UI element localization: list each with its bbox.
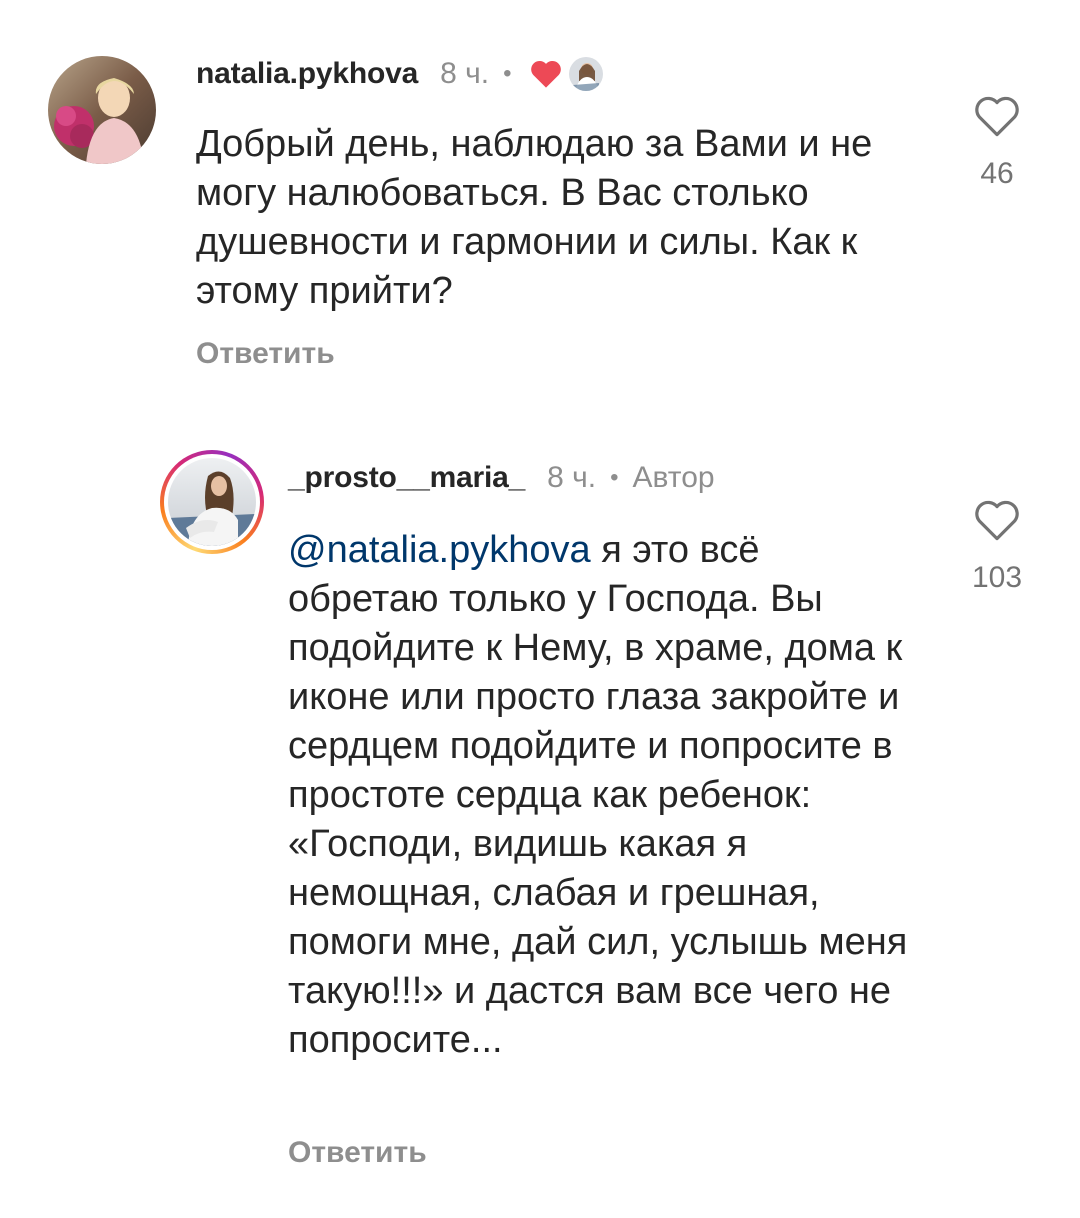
story-ring[interactable] [160,450,264,554]
comment-username[interactable]: natalia.pykhova [196,57,418,91]
avatar[interactable] [48,56,156,164]
reply-button[interactable]: Ответить [196,337,335,371]
heart-filled-icon [529,59,563,89]
avatar [168,458,256,546]
meta-separator: • [503,60,512,87]
reply-button[interactable]: Ответить [288,1136,427,1170]
author-avatar [569,57,604,91]
comment-timestamp: 8 ч. [547,461,597,494]
like-count: 46 [980,157,1014,190]
comment-body: я это всё обретаю только у Господа. Вы п… [288,529,908,1061]
comment-timestamp: 8 ч. [440,57,490,90]
comment-text: Добрый день, наблюдаю за Вами и не могу … [196,123,873,312]
author-badge: Автор [632,461,715,494]
avatar-image [168,458,256,546]
like-control: 46 [952,94,1042,191]
comment-item: _prosto__maria_ 8 ч. • Автор @natalia.py… [0,440,1080,1200]
comment-username[interactable]: _prosto__maria_ [288,461,525,495]
heart-outline-icon[interactable] [973,498,1021,547]
avatar-image [48,56,156,164]
comment-item: natalia.pykhova 8 ч. • Добрый день, набл… [0,0,1080,400]
meta-separator: • [610,464,619,491]
heart-outline-icon[interactable] [973,94,1021,143]
comment-text: @natalia.pykhova я это всё обретаю тольк… [288,526,914,1065]
mention-link[interactable]: @natalia.pykhova [288,529,591,571]
like-count: 103 [971,561,1023,594]
like-control: 103 [952,498,1042,595]
